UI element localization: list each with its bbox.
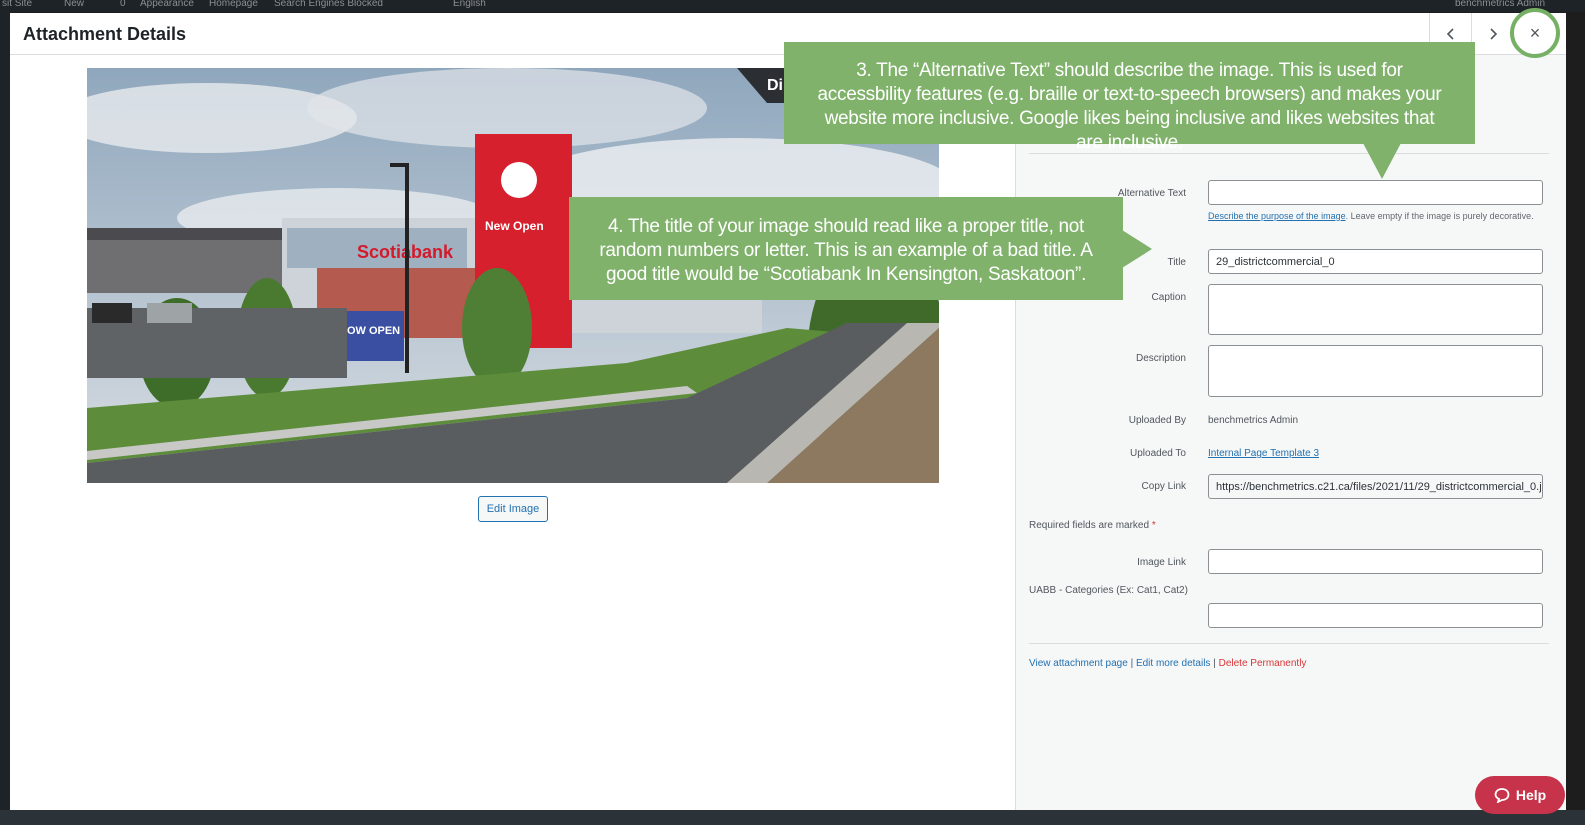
page-footer-edge	[0, 810, 1585, 825]
next-attachment-button[interactable]	[1471, 13, 1513, 55]
admin-bar-language[interactable]: English	[453, 0, 486, 9]
alt-text-help: Describe the purpose of the image. Leave…	[1208, 209, 1538, 223]
admin-bar-appearance[interactable]: Appearance	[140, 0, 194, 9]
close-modal-button[interactable]: ×	[1510, 8, 1560, 58]
required-star: *	[1151, 520, 1156, 531]
copy-link-input[interactable]: https://benchmetrics.c21.ca/files/2021/1…	[1208, 474, 1543, 499]
help-button[interactable]: Help	[1475, 776, 1565, 814]
close-icon: ×	[1529, 22, 1541, 43]
uploaded-to-link[interactable]: Internal Page Template 3	[1208, 448, 1319, 459]
now-open-banner-text: NOW OPEN	[339, 325, 400, 337]
uploaded-by-label: Uploaded By	[1128, 415, 1186, 426]
edit-more-details-link[interactable]: Edit more details	[1136, 658, 1210, 669]
title-callout-pointer	[1122, 230, 1152, 268]
attachment-actions: View attachment page | Edit more details…	[1029, 658, 1306, 669]
admin-bar-new[interactable]: New	[64, 0, 84, 9]
alt-text-help-link[interactable]: Describe the purpose of the image	[1208, 211, 1346, 221]
pylon-sign-text: New Open	[485, 219, 544, 233]
image-link-label: Image Link	[1137, 557, 1186, 568]
required-fields-note: Required fields are marked *	[1029, 520, 1156, 531]
title-callout: 4. The title of your image should read l…	[569, 197, 1123, 300]
alt-text-callout-pointer	[1363, 143, 1401, 179]
chevron-right-icon	[1489, 28, 1497, 40]
alt-text-callout-text: 3. The “Alternative Text” should describ…	[817, 60, 1442, 153]
chat-bubble-icon	[1494, 788, 1510, 803]
required-fields-text: Required fields are marked	[1029, 520, 1150, 531]
description-textarea[interactable]	[1208, 345, 1543, 397]
admin-bar-site[interactable]: sit Site	[2, 0, 32, 9]
alt-text-callout: 3. The “Alternative Text” should describ…	[784, 42, 1475, 153]
uabb-categories-input[interactable]	[1208, 603, 1543, 628]
admin-bar-comments[interactable]: 0	[120, 0, 126, 9]
modal-title: Attachment Details	[23, 24, 187, 44]
admin-bar-search-engines[interactable]: Search Engines Blocked	[274, 0, 383, 9]
alt-text-help-rest: . Leave empty if the image is purely dec…	[1345, 211, 1534, 221]
caption-textarea[interactable]	[1208, 284, 1543, 335]
admin-bar-homepage[interactable]: Homepage	[209, 0, 258, 9]
view-attachment-page-link[interactable]: View attachment page	[1029, 658, 1128, 669]
uabb-categories-label: UABB - Categories (Ex: Cat1, Cat2)	[1029, 585, 1188, 596]
description-label: Description	[1135, 353, 1186, 364]
uploaded-to-label: Uploaded To	[1130, 448, 1186, 459]
action-divider: |	[1130, 658, 1134, 669]
action-divider: |	[1213, 658, 1216, 669]
edit-image-button[interactable]: Edit Image	[478, 496, 548, 522]
image-link-input[interactable]	[1208, 549, 1543, 574]
admin-sidebar-edge	[0, 12, 10, 825]
delete-permanently-link[interactable]: Delete Permanently	[1219, 658, 1307, 669]
help-button-label: Help	[1515, 787, 1547, 803]
title-input[interactable]: 29_districtcommercial_0	[1208, 249, 1543, 274]
uploaded-by-value: benchmetrics Admin	[1208, 415, 1299, 426]
copy-link-label: Copy Link	[1141, 481, 1186, 492]
alt-text-input[interactable]	[1208, 180, 1543, 205]
chevron-left-icon	[1446, 28, 1454, 40]
admin-bar: sit Site New 0 Appearance Homepage Searc…	[0, 0, 1585, 12]
title-callout-text: 4. The title of your image should read l…	[599, 216, 1093, 285]
divider	[1029, 643, 1549, 644]
attachment-settings-panel: Alternative Text Describe the purpose of…	[1015, 55, 1566, 810]
corner-badge-text: Di	[767, 77, 783, 94]
